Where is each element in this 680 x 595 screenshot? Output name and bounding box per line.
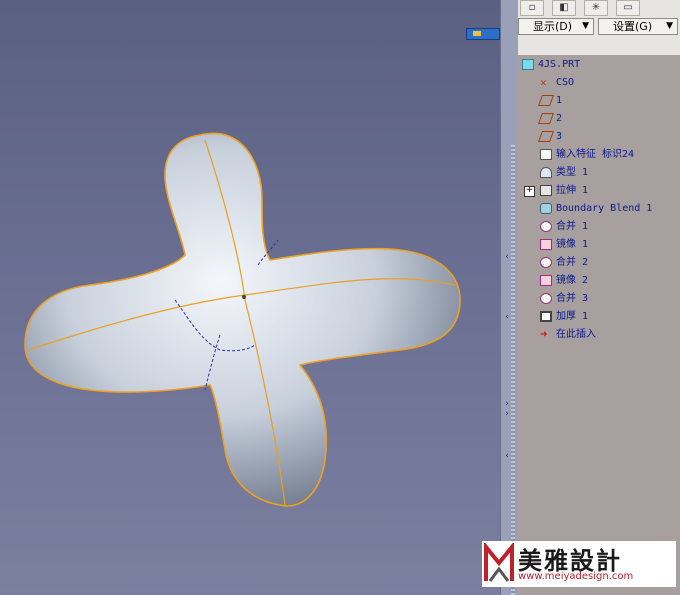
tree-item-label: 1: [556, 95, 563, 106]
tree-item-label: 类型 1: [556, 167, 589, 178]
insert-here-icon: ➜: [540, 326, 548, 341]
blob-surface: [24, 132, 461, 507]
tree-item-label: 镜像 2: [556, 275, 589, 286]
origin-point: [242, 295, 246, 299]
tree-item-merge-3[interactable]: 合并 3: [540, 291, 588, 307]
model-tree-panel: ▫ ◧ ✳ ▭ 显示(D) ▼ 设置(G) ▼ 4JS.PRT ✕ CSO 1 2…: [518, 0, 680, 595]
layers-icon[interactable]: ◧: [552, 0, 576, 16]
tree-item-merge-2[interactable]: 合并 2: [540, 255, 588, 271]
tree-item-label: Boundary Blend 1: [556, 203, 653, 214]
tree-item-datum-2[interactable]: 2: [537, 111, 563, 127]
chevron-left-icon[interactable]: ‹: [503, 253, 511, 262]
mirror-icon: [540, 238, 552, 250]
part-icon: [522, 58, 534, 70]
tree-item-thicken[interactable]: 加厚 1: [540, 309, 588, 325]
datum-plane-icon: [537, 130, 555, 142]
mirror-icon: [540, 274, 552, 286]
chevron-down-icon: ▼: [582, 21, 589, 31]
tree-item-boundary-blend[interactable]: Boundary Blend 1: [540, 201, 652, 217]
style-feature-icon: [540, 166, 552, 178]
extrude-icon: [540, 184, 552, 196]
tree-item-extrude[interactable]: 拉伸 1: [540, 183, 588, 199]
brand-watermark: 美雅設計 www.meiyadesign.com: [482, 541, 676, 587]
model-canvas[interactable]: [0, 0, 500, 595]
tree-item-label: 输入特征 标识24: [556, 149, 635, 160]
expand-toggle[interactable]: +: [524, 186, 535, 197]
sash-grip[interactable]: [511, 145, 515, 595]
tree-item-label: 3: [556, 131, 563, 142]
settings-menu-label: 设置(G): [613, 20, 653, 33]
tree-item-label: 镜像 1: [556, 239, 589, 250]
brand-logo-mark: [484, 543, 514, 582]
csys-icon: ✕: [540, 75, 547, 89]
tree-view-icon[interactable]: ▫: [520, 0, 544, 16]
mini-toolbar-icon[interactable]: [466, 28, 500, 40]
merge-icon: [540, 220, 552, 232]
model-viewport[interactable]: [0, 0, 500, 595]
datum-plane-icon: [537, 112, 555, 124]
brand-url: www.meiyadesign.com: [518, 571, 634, 582]
tree-item-label: 加厚 1: [556, 311, 589, 322]
chevron-right-icon[interactable]: ›: [503, 410, 511, 419]
panel-sash[interactable]: ‹ ‹ › › ‹: [500, 0, 518, 595]
import-feature-icon: [540, 148, 552, 160]
merge-icon: [540, 256, 552, 268]
folder-pencil-icon[interactable]: ▭: [616, 0, 640, 16]
chevron-right-icon[interactable]: ›: [503, 400, 511, 409]
chevron-left-icon[interactable]: ‹: [503, 452, 511, 461]
tree-item-merge-1[interactable]: 合并 1: [540, 219, 588, 235]
tree-item-label: 拉伸 1: [556, 185, 589, 196]
thicken-icon: [540, 310, 552, 322]
chevron-down-icon: ▼: [666, 21, 673, 31]
tree-item-label: 合并 3: [556, 293, 589, 304]
boundary-blend-icon: [540, 202, 552, 214]
tree-item-part[interactable]: 4JS.PRT: [522, 57, 580, 73]
tree-item-label: 合并 2: [556, 257, 589, 268]
tree-item-mirror-2[interactable]: 镜像 2: [540, 273, 588, 289]
star-icon[interactable]: ✳: [584, 0, 608, 16]
tree-item-datum-3[interactable]: 3: [537, 129, 563, 145]
show-menu-label: 显示(D): [533, 20, 573, 33]
panel-header: ▫ ◧ ✳ ▭ 显示(D) ▼ 设置(G) ▼: [518, 0, 680, 55]
tree-item-csys[interactable]: ✕ CSO: [540, 75, 574, 91]
tree-item-style[interactable]: 类型 1: [540, 165, 588, 181]
chevron-left-icon[interactable]: ‹: [503, 313, 511, 322]
tree-item-label: CSO: [556, 77, 575, 88]
show-menu-button[interactable]: 显示(D) ▼: [518, 18, 594, 35]
settings-menu-button[interactable]: 设置(G) ▼: [598, 18, 678, 35]
tree-item-label: 在此插入: [556, 329, 596, 340]
tree-item-insert-here[interactable]: ➜ 在此插入: [540, 327, 596, 343]
merge-icon: [540, 292, 552, 304]
datum-plane-icon: [537, 94, 555, 106]
tree-item-label: 2: [556, 113, 563, 124]
tree-item-import-feature[interactable]: 输入特征 标识24: [540, 147, 634, 163]
tree-item-mirror-1[interactable]: 镜像 1: [540, 237, 588, 253]
tree-item-datum-1[interactable]: 1: [537, 93, 563, 109]
tree-item-label: 4JS.PRT: [538, 59, 581, 70]
tree-item-label: 合并 1: [556, 221, 589, 232]
